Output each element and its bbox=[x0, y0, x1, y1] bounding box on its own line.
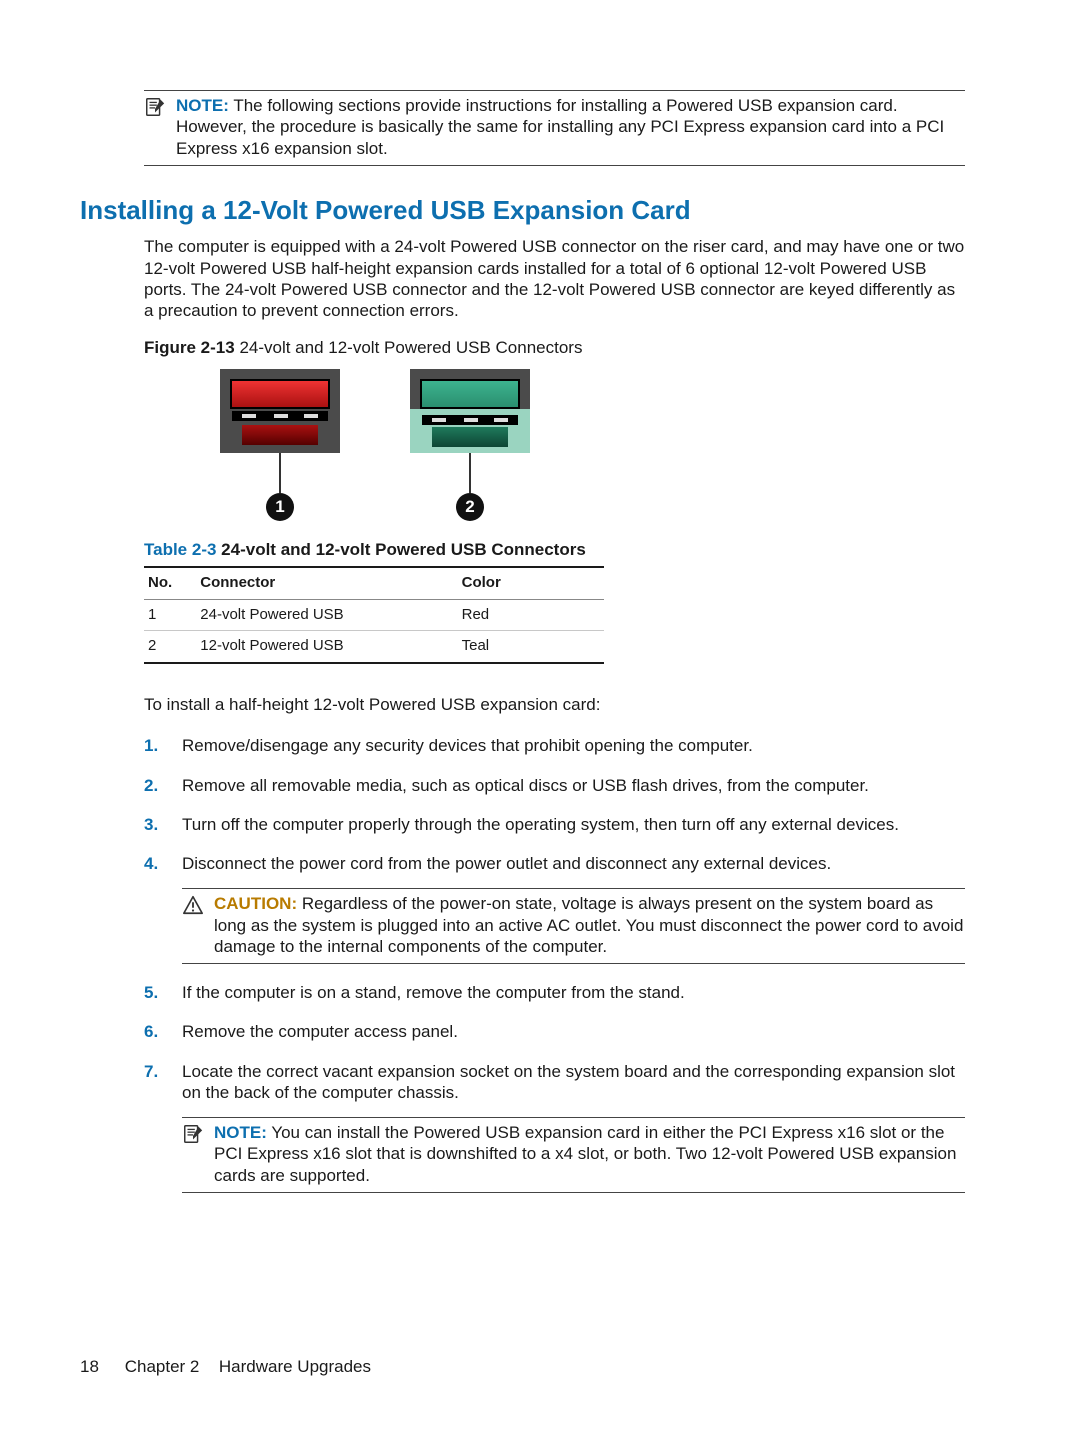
note-page-pencil-icon bbox=[182, 1123, 204, 1145]
step-3: Turn off the computer properly through t… bbox=[182, 814, 965, 835]
note-icon bbox=[182, 1123, 210, 1150]
note-bottom-label: NOTE: bbox=[214, 1123, 267, 1142]
leader-line-2 bbox=[469, 453, 471, 493]
connector-24v: 1 bbox=[220, 369, 340, 521]
connector-12v-frame bbox=[410, 369, 530, 453]
connector-12v-pins bbox=[422, 415, 518, 425]
figure-caption: Figure 2-13 24-volt and 12-volt Powered … bbox=[144, 337, 965, 358]
note-callout-top: NOTE: The following sections provide ins… bbox=[144, 90, 965, 166]
table-caption: Table 2-3 24-volt and 12-volt Powered US… bbox=[144, 539, 965, 560]
note-callout-bottom: NOTE: You can install the Powered USB ex… bbox=[182, 1117, 965, 1193]
caution-inner: CAUTION: Regardless of the power-on stat… bbox=[182, 893, 965, 957]
note-callout-inner: NOTE: The following sections provide ins… bbox=[144, 95, 965, 159]
connector-24v-bottom bbox=[242, 425, 318, 445]
figure-label: Figure 2-13 bbox=[144, 338, 235, 357]
connector-24v-pins bbox=[232, 411, 328, 421]
note-bottom-inner: NOTE: You can install the Powered USB ex… bbox=[182, 1122, 965, 1186]
note-text: NOTE: The following sections provide ins… bbox=[176, 95, 965, 159]
note-body: The following sections provide instructi… bbox=[176, 96, 944, 158]
footer-page-number: 18 bbox=[80, 1356, 120, 1377]
usb-connector-table: No. Connector Color 1 24-volt Powered US… bbox=[144, 566, 604, 664]
install-steps: Remove/disengage any security devices th… bbox=[144, 735, 965, 1193]
section-heading: Installing a 12-Volt Powered USB Expansi… bbox=[80, 194, 965, 227]
note-page-pencil-icon bbox=[144, 96, 166, 118]
note-bottom-text: NOTE: You can install the Powered USB ex… bbox=[214, 1122, 965, 1186]
note-label: NOTE: bbox=[176, 96, 229, 115]
note-icon bbox=[144, 96, 172, 123]
step-2: Remove all removable media, such as opti… bbox=[182, 775, 965, 796]
caution-text: CAUTION: Regardless of the power-on stat… bbox=[214, 893, 965, 957]
connector-24v-top-red bbox=[230, 379, 330, 409]
intro-paragraph: The computer is equipped with a 24-volt … bbox=[144, 236, 965, 321]
th-color: Color bbox=[458, 567, 604, 599]
callout-ball-2: 2 bbox=[456, 493, 484, 521]
table-header-row: No. Connector Color bbox=[144, 567, 604, 599]
page-footer: 18 Chapter 2 Hardware Upgrades bbox=[80, 1356, 371, 1377]
connector-12v-top-teal bbox=[420, 379, 520, 409]
th-connector: Connector bbox=[196, 567, 457, 599]
step-4: Disconnect the power cord from the power… bbox=[182, 853, 965, 964]
step-7-text: Locate the correct vacant expansion sock… bbox=[182, 1062, 955, 1102]
step-5: If the computer is on a stand, remove th… bbox=[182, 982, 965, 1003]
cell-no: 1 bbox=[144, 599, 196, 631]
callout-ball-1: 1 bbox=[266, 493, 294, 521]
steps-intro: To install a half-height 12-volt Powered… bbox=[144, 694, 965, 715]
table-row: 1 24-volt Powered USB Red bbox=[144, 599, 604, 631]
warning-triangle-icon bbox=[182, 894, 204, 916]
document-page: NOTE: The following sections provide ins… bbox=[0, 0, 1080, 1437]
step-7: Locate the correct vacant expansion sock… bbox=[182, 1061, 965, 1193]
cell-no: 2 bbox=[144, 631, 196, 663]
caution-body: Regardless of the power-on state, voltag… bbox=[214, 894, 963, 956]
caution-icon bbox=[182, 894, 210, 921]
step-4-text: Disconnect the power cord from the power… bbox=[182, 854, 831, 873]
note-bottom-body: You can install the Powered USB expansio… bbox=[214, 1123, 956, 1185]
cell-connector: 24-volt Powered USB bbox=[196, 599, 457, 631]
connector-12v-bottom bbox=[432, 427, 508, 447]
table-caption-text: 24-volt and 12-volt Powered USB Connecto… bbox=[221, 540, 586, 559]
figure-connectors: 1 2 bbox=[220, 369, 965, 521]
connector-24v-frame bbox=[220, 369, 340, 453]
caution-callout: CAUTION: Regardless of the power-on stat… bbox=[182, 888, 965, 964]
cell-connector: 12-volt Powered USB bbox=[196, 631, 457, 663]
figure-caption-text: 24-volt and 12-volt Powered USB Connecto… bbox=[239, 338, 582, 357]
leader-line-1 bbox=[279, 453, 281, 493]
cell-color: Red bbox=[458, 599, 604, 631]
step-6: Remove the computer access panel. bbox=[182, 1021, 965, 1042]
th-no: No. bbox=[144, 567, 196, 599]
footer-section: Hardware Upgrades bbox=[219, 1357, 371, 1376]
step-1: Remove/disengage any security devices th… bbox=[182, 735, 965, 756]
footer-chapter: Chapter 2 bbox=[125, 1357, 200, 1376]
table-label: Table 2-3 bbox=[144, 540, 216, 559]
table-row: 2 12-volt Powered USB Teal bbox=[144, 631, 604, 663]
connector-12v: 2 bbox=[410, 369, 530, 521]
cell-color: Teal bbox=[458, 631, 604, 663]
caution-label: CAUTION: bbox=[214, 894, 297, 913]
